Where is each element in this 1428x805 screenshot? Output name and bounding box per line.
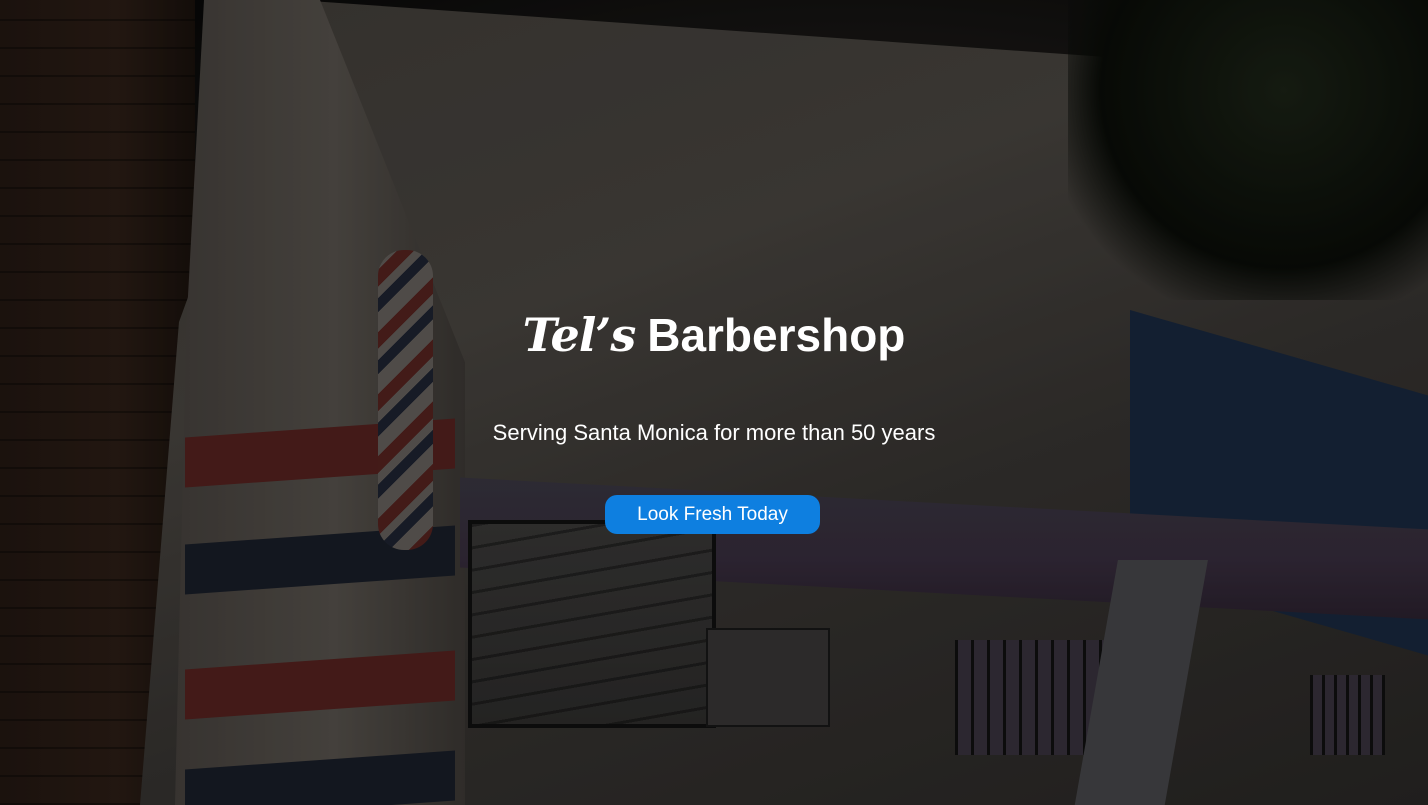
hero-section: Tel’s Barbershop Serving Santa Monica for… [0,0,1428,805]
brand-logo: Tel’s Barbershop [0,308,1428,362]
look-fresh-today-button[interactable]: Look Fresh Today [605,495,820,534]
brand-script-name: Tel’s [522,308,637,362]
hero-tagline: Serving Santa Monica for more than 50 ye… [492,420,936,445]
brand-wordmark: Barbershop [647,309,906,361]
hero-content: Tel’s Barbershop Serving Santa Monica for… [0,0,1428,805]
